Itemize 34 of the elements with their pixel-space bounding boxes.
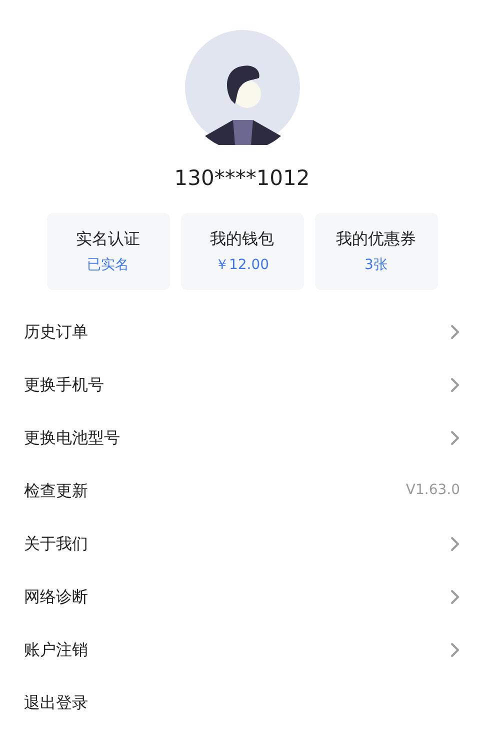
menu-item[interactable]: 关于我们 bbox=[0, 517, 484, 570]
info-card[interactable]: 我的优惠券 3张 bbox=[314, 213, 438, 290]
menu-item[interactable]: 网络诊断 bbox=[0, 570, 484, 623]
menu-item[interactable]: 历史订单 bbox=[0, 305, 484, 358]
menu-label: 历史订单 bbox=[24, 320, 88, 342]
chevron-right-icon bbox=[450, 642, 460, 658]
menu-label: 检查更新 bbox=[24, 480, 88, 502]
menu-label: 关于我们 bbox=[24, 532, 88, 554]
card-value: 3张 bbox=[364, 256, 388, 275]
menu-label: 更换电池型号 bbox=[24, 426, 120, 448]
menu-label: 更换手机号 bbox=[24, 374, 104, 396]
chevron-right-icon bbox=[450, 536, 460, 552]
menu-label: 网络诊断 bbox=[24, 586, 88, 608]
menu-item[interactable]: 检查更新 V1.63.0 bbox=[0, 464, 484, 517]
card-value: 已实名 bbox=[87, 256, 129, 275]
card-value: ￥12.00 bbox=[214, 256, 270, 275]
menu-item[interactable]: 更换电池型号 bbox=[0, 411, 484, 464]
chevron-right-icon bbox=[450, 324, 460, 340]
menu-item[interactable]: 账户注销 bbox=[0, 623, 484, 676]
menu-item[interactable]: 退出登录 bbox=[0, 676, 484, 729]
menu-label: 账户注销 bbox=[24, 638, 88, 660]
chevron-right-icon bbox=[450, 376, 460, 392]
card-title: 我的钱包 bbox=[210, 228, 274, 250]
card-title: 我的优惠券 bbox=[336, 228, 416, 250]
info-card[interactable]: 我的钱包 ￥12.00 bbox=[180, 213, 304, 290]
chevron-right-icon bbox=[450, 430, 460, 446]
chevron-right-icon bbox=[450, 588, 460, 604]
info-card[interactable]: 实名认证 已实名 bbox=[46, 213, 170, 290]
avatar-icon bbox=[184, 30, 300, 145]
phone-number: 130****1012 bbox=[174, 165, 310, 192]
menu-item[interactable]: 更换手机号 bbox=[0, 358, 484, 411]
version-text: V1.63.0 bbox=[406, 481, 460, 500]
menu-label: 退出登录 bbox=[24, 692, 88, 714]
card-title: 实名认证 bbox=[76, 228, 140, 250]
